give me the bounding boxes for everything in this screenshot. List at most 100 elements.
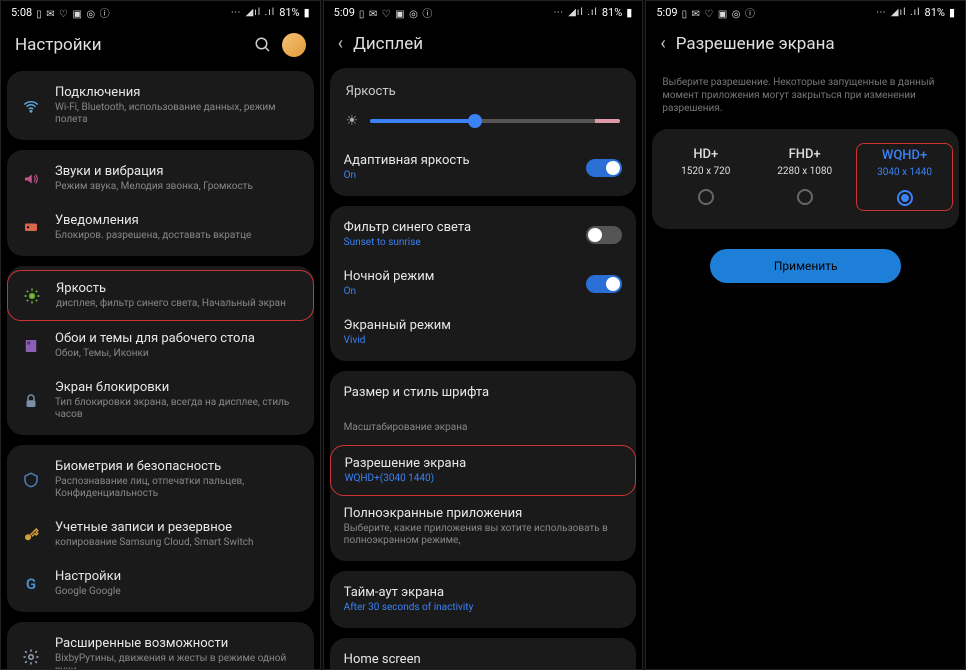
toggle-switch[interactable]: [586, 275, 622, 293]
phone-resolution: 5:09 ▯ ✉ ♡ ▣ ◎ ⓘ ⋯ ◢ıl .ıl 81% ▮ ‹ Разре…: [645, 0, 966, 670]
settings-item[interactable]: Экран блокировки Тип блокировки экрана, …: [7, 370, 314, 431]
radio-button[interactable]: [698, 189, 714, 205]
status-battery: 81%: [602, 6, 622, 19]
item-title: Полноэкранные приложения: [344, 506, 623, 521]
radio-button[interactable]: [797, 189, 813, 205]
item-title: Звуки и вибрация: [55, 164, 300, 179]
adv-icon: [21, 647, 41, 667]
slider-thumb[interactable]: [468, 114, 482, 128]
display-item[interactable]: Полноэкранные приложения Выберите, какие …: [330, 496, 637, 557]
status-notif-icons: ▯ ✉ ♡ ▣ ◎ ⓘ: [359, 5, 433, 20]
search-icon[interactable]: [254, 36, 272, 54]
item-title: Учетные записи и резервное: [55, 520, 300, 535]
toggle-switch[interactable]: [586, 226, 622, 244]
resolution-dim: 3040 x 1440: [859, 167, 950, 178]
avatar[interactable]: [282, 33, 306, 57]
settings-item[interactable]: G Настройки Google Google: [7, 559, 314, 608]
settings-item[interactable]: Биометрия и безопасность Распознавание л…: [7, 449, 314, 510]
settings-item[interactable]: Учетные записи и резервное копирование S…: [7, 510, 314, 559]
battery-icon: ▮: [626, 6, 632, 19]
back-icon[interactable]: ‹: [660, 33, 665, 54]
item-body: Яркость дисплея, фильтр синего света, На…: [56, 281, 299, 310]
item-body: Уведомления Блокиров. разрешена, достава…: [55, 213, 300, 242]
item-title: Экранный режим: [344, 318, 623, 333]
resolution-content: Выберите разрешение. Некоторые запущенны…: [646, 68, 965, 283]
brightness-slider-row: ☀: [330, 105, 637, 143]
bio-icon: [21, 470, 41, 490]
item-title: Home screen: [344, 652, 623, 667]
display-item[interactable]: Экранный режим Vivid: [330, 308, 637, 357]
sun-icon: ☀: [346, 113, 359, 129]
item-body: Ночной режимOn: [344, 269, 573, 298]
item-sub: Vivid: [344, 335, 623, 347]
item-sub: копирование Samsung Cloud, Smart Switch: [55, 537, 300, 549]
settings-item[interactable]: Звуки и вибрация Режим звука, Мелодия зв…: [7, 154, 314, 203]
wifi-icon: [21, 96, 41, 116]
status-signal-icon: ◢ıl .ıl: [568, 7, 598, 18]
item-title: Фильтр синего света: [344, 220, 573, 235]
settings-section: Яркость дисплея, фильтр синего света, На…: [7, 266, 314, 435]
display-section-4: Тайм-аут экранаAfter 30 seconds of inact…: [330, 571, 637, 628]
sound-icon: [21, 169, 41, 189]
resolution-option[interactable]: WQHD+ 3040 x 1440: [856, 143, 953, 211]
item-body: Разрешение экранаWQHD+(3040 1440): [345, 456, 622, 485]
status-time: 5:08: [11, 6, 32, 19]
phone-display-settings: 5:09 ▯ ✉ ♡ ▣ ◎ ⓘ ⋯ ◢ıl .ıl 81% ▮ ‹ Диспл…: [323, 0, 644, 670]
display-section-5: Home screen: [330, 638, 637, 669]
notif-icon: [21, 218, 41, 238]
settings-item[interactable]: Расширенные возможности BixbyРутины, дви…: [7, 626, 314, 669]
item-title: Экран блокировки: [55, 380, 300, 395]
resolution-option[interactable]: FHD+ 2280 x 1080: [757, 143, 852, 211]
status-signal-icon: ◢ıl .ıl: [891, 7, 921, 18]
display-item[interactable]: Ночной режимOn: [330, 259, 637, 308]
status-notif-icons: ▯ ✉ ♡ ▣ ◎ ⓘ: [682, 5, 756, 20]
status-battery: 81%: [279, 6, 299, 19]
item-body: Масштабирование экрана: [344, 422, 623, 435]
display-item[interactable]: Фильтр синего светаSunset to sunrise: [330, 210, 637, 259]
toggle-switch[interactable]: [586, 159, 622, 177]
settings-header: Настройки: [1, 23, 320, 71]
page-title: Разрешение экрана: [676, 34, 951, 54]
key-icon: [21, 525, 41, 545]
display-item[interactable]: Размер и стиль шрифта: [330, 375, 637, 412]
item-body: Обои и темы для рабочего стола Обои, Тем…: [55, 331, 300, 360]
item-title: Биометрия и безопасность: [55, 459, 300, 474]
display-item[interactable]: Разрешение экранаWQHD+(3040 1440): [330, 445, 637, 496]
item-sub: дисплея, фильтр синего света, Начальный …: [56, 298, 299, 310]
item-sub: On: [344, 286, 573, 298]
resolution-name: HD+: [660, 147, 751, 162]
display-item[interactable]: Адаптивная яркостьOn: [330, 143, 637, 192]
item-body: Полноэкранные приложения Выберите, какие …: [344, 506, 623, 547]
lock-icon: [21, 391, 41, 411]
settings-item[interactable]: Яркость дисплея, фильтр синего света, На…: [7, 270, 314, 321]
status-battery: 81%: [925, 6, 945, 19]
apply-button[interactable]: Применить: [710, 249, 901, 283]
resolution-name: FHD+: [759, 147, 850, 162]
settings-item[interactable]: Обои и темы для рабочего стола Обои, Тем…: [7, 321, 314, 370]
settings-section: Расширенные возможности BixbyРутины, дви…: [7, 622, 314, 669]
item-body: Экран блокировки Тип блокировки экрана, …: [55, 380, 300, 421]
item-sub: Выберите, какие приложения вы хотите исп…: [344, 523, 623, 547]
radio-button[interactable]: [897, 190, 913, 206]
display-section-3: Размер и стиль шрифта Масштабирование эк…: [330, 371, 637, 561]
display-item[interactable]: Масштабирование экрана: [330, 412, 637, 445]
item-body: Экранный режим Vivid: [344, 318, 623, 347]
brightness-section: Яркость ☀ Адаптивная яркостьOn: [330, 68, 637, 196]
item-body: Адаптивная яркостьOn: [344, 153, 573, 182]
status-more-icon: ⋯: [553, 7, 564, 18]
back-icon[interactable]: ‹: [338, 33, 343, 54]
item-body: Фильтр синего светаSunset to sunrise: [344, 220, 573, 249]
item-title: Адаптивная яркость: [344, 153, 573, 168]
settings-item[interactable]: Уведомления Блокиров. разрешена, достава…: [7, 203, 314, 252]
display-item[interactable]: Тайм-аут экранаAfter 30 seconds of inact…: [330, 575, 637, 624]
display-item[interactable]: Home screen: [330, 642, 637, 669]
item-sub: Google Google: [55, 586, 300, 598]
theme-icon: [21, 336, 41, 356]
item-title: Разрешение экрана: [345, 456, 622, 471]
settings-item[interactable]: Подключения Wi-Fi, Bluetooth, использова…: [7, 75, 314, 136]
display-header: ‹ Дисплей: [324, 23, 643, 68]
brightness-slider[interactable]: [370, 119, 620, 123]
status-bar: 5:09 ▯ ✉ ♡ ▣ ◎ ⓘ ⋯ ◢ıl .ıl 81% ▮: [324, 1, 643, 23]
resolution-option[interactable]: HD+ 1520 x 720: [658, 143, 753, 211]
item-title: Тайм-аут экрана: [344, 585, 623, 600]
